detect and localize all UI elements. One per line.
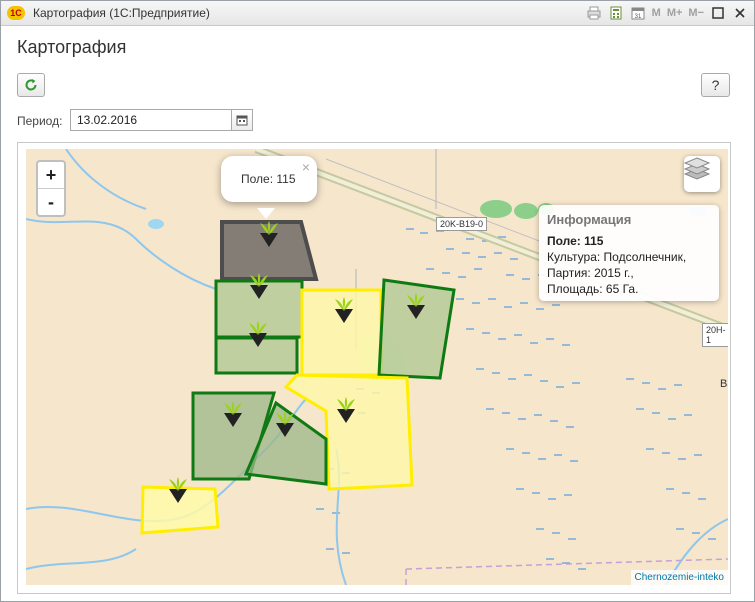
info-title: Информация bbox=[547, 212, 632, 227]
map-attribution[interactable]: Chernozemie-inteko bbox=[630, 570, 728, 585]
title-bar-tools: 31 M M+ M− bbox=[586, 4, 748, 22]
calendar-icon bbox=[236, 115, 248, 126]
memory-minus-button[interactable]: M− bbox=[688, 7, 704, 19]
field-yellow[interactable] bbox=[300, 288, 383, 377]
lake bbox=[148, 219, 164, 229]
title-bar: 1С Картография (1С:Предприятие) 31 M M+ … bbox=[1, 1, 754, 26]
info-panel: Информация Поле: 115 Культура: Подсолнеч… bbox=[539, 205, 719, 301]
zoom-in-button[interactable]: + bbox=[38, 162, 64, 189]
period-label: Период: bbox=[17, 114, 63, 128]
refresh-button[interactable] bbox=[17, 73, 45, 97]
map-view[interactable]: 20K-B19-0 20H-1 Ва + - Поле: 115 × Инфор… bbox=[26, 149, 728, 585]
memory-plus-button[interactable]: M+ bbox=[667, 7, 683, 19]
layers-button[interactable] bbox=[684, 156, 720, 192]
road-label: 20H-1 bbox=[702, 323, 728, 347]
maximize-icon[interactable] bbox=[710, 5, 726, 21]
close-icon[interactable] bbox=[732, 5, 748, 21]
lake bbox=[514, 203, 538, 219]
popup-text: Поле: 115 bbox=[241, 172, 296, 186]
info-batch: Партия: 2015 г., bbox=[547, 266, 634, 280]
zoom-control: + - bbox=[36, 160, 66, 217]
period-date-input[interactable] bbox=[70, 109, 232, 131]
town-label: Ва bbox=[720, 378, 728, 390]
road-label: 20K-B19-0 bbox=[436, 217, 488, 231]
memory-button[interactable]: M bbox=[652, 7, 661, 19]
field-popup: Поле: 115 × bbox=[221, 156, 317, 219]
app-logo-icon: 1С bbox=[7, 6, 25, 20]
page-title: Картография bbox=[17, 37, 127, 57]
date-picker-button[interactable] bbox=[231, 109, 253, 131]
zoom-out-button[interactable]: - bbox=[38, 189, 64, 215]
refresh-icon bbox=[25, 79, 37, 91]
popup-close-button[interactable]: × bbox=[302, 159, 310, 175]
calculator-icon[interactable] bbox=[608, 5, 624, 21]
info-crop: Культура: Подсолнечник, bbox=[547, 250, 687, 264]
print-icon[interactable] bbox=[586, 5, 602, 21]
popup-tip bbox=[257, 208, 275, 219]
calendar-icon[interactable]: 31 bbox=[630, 5, 646, 21]
help-button[interactable]: ? bbox=[701, 73, 730, 97]
window-title: Картография (1С:Предприятие) bbox=[33, 6, 210, 20]
info-area: Площадь: 65 Га. bbox=[547, 282, 639, 296]
lake bbox=[480, 200, 512, 218]
svg-text:31: 31 bbox=[634, 14, 641, 20]
info-field-name: Поле: 115 bbox=[547, 234, 604, 248]
layers-icon bbox=[684, 157, 710, 180]
